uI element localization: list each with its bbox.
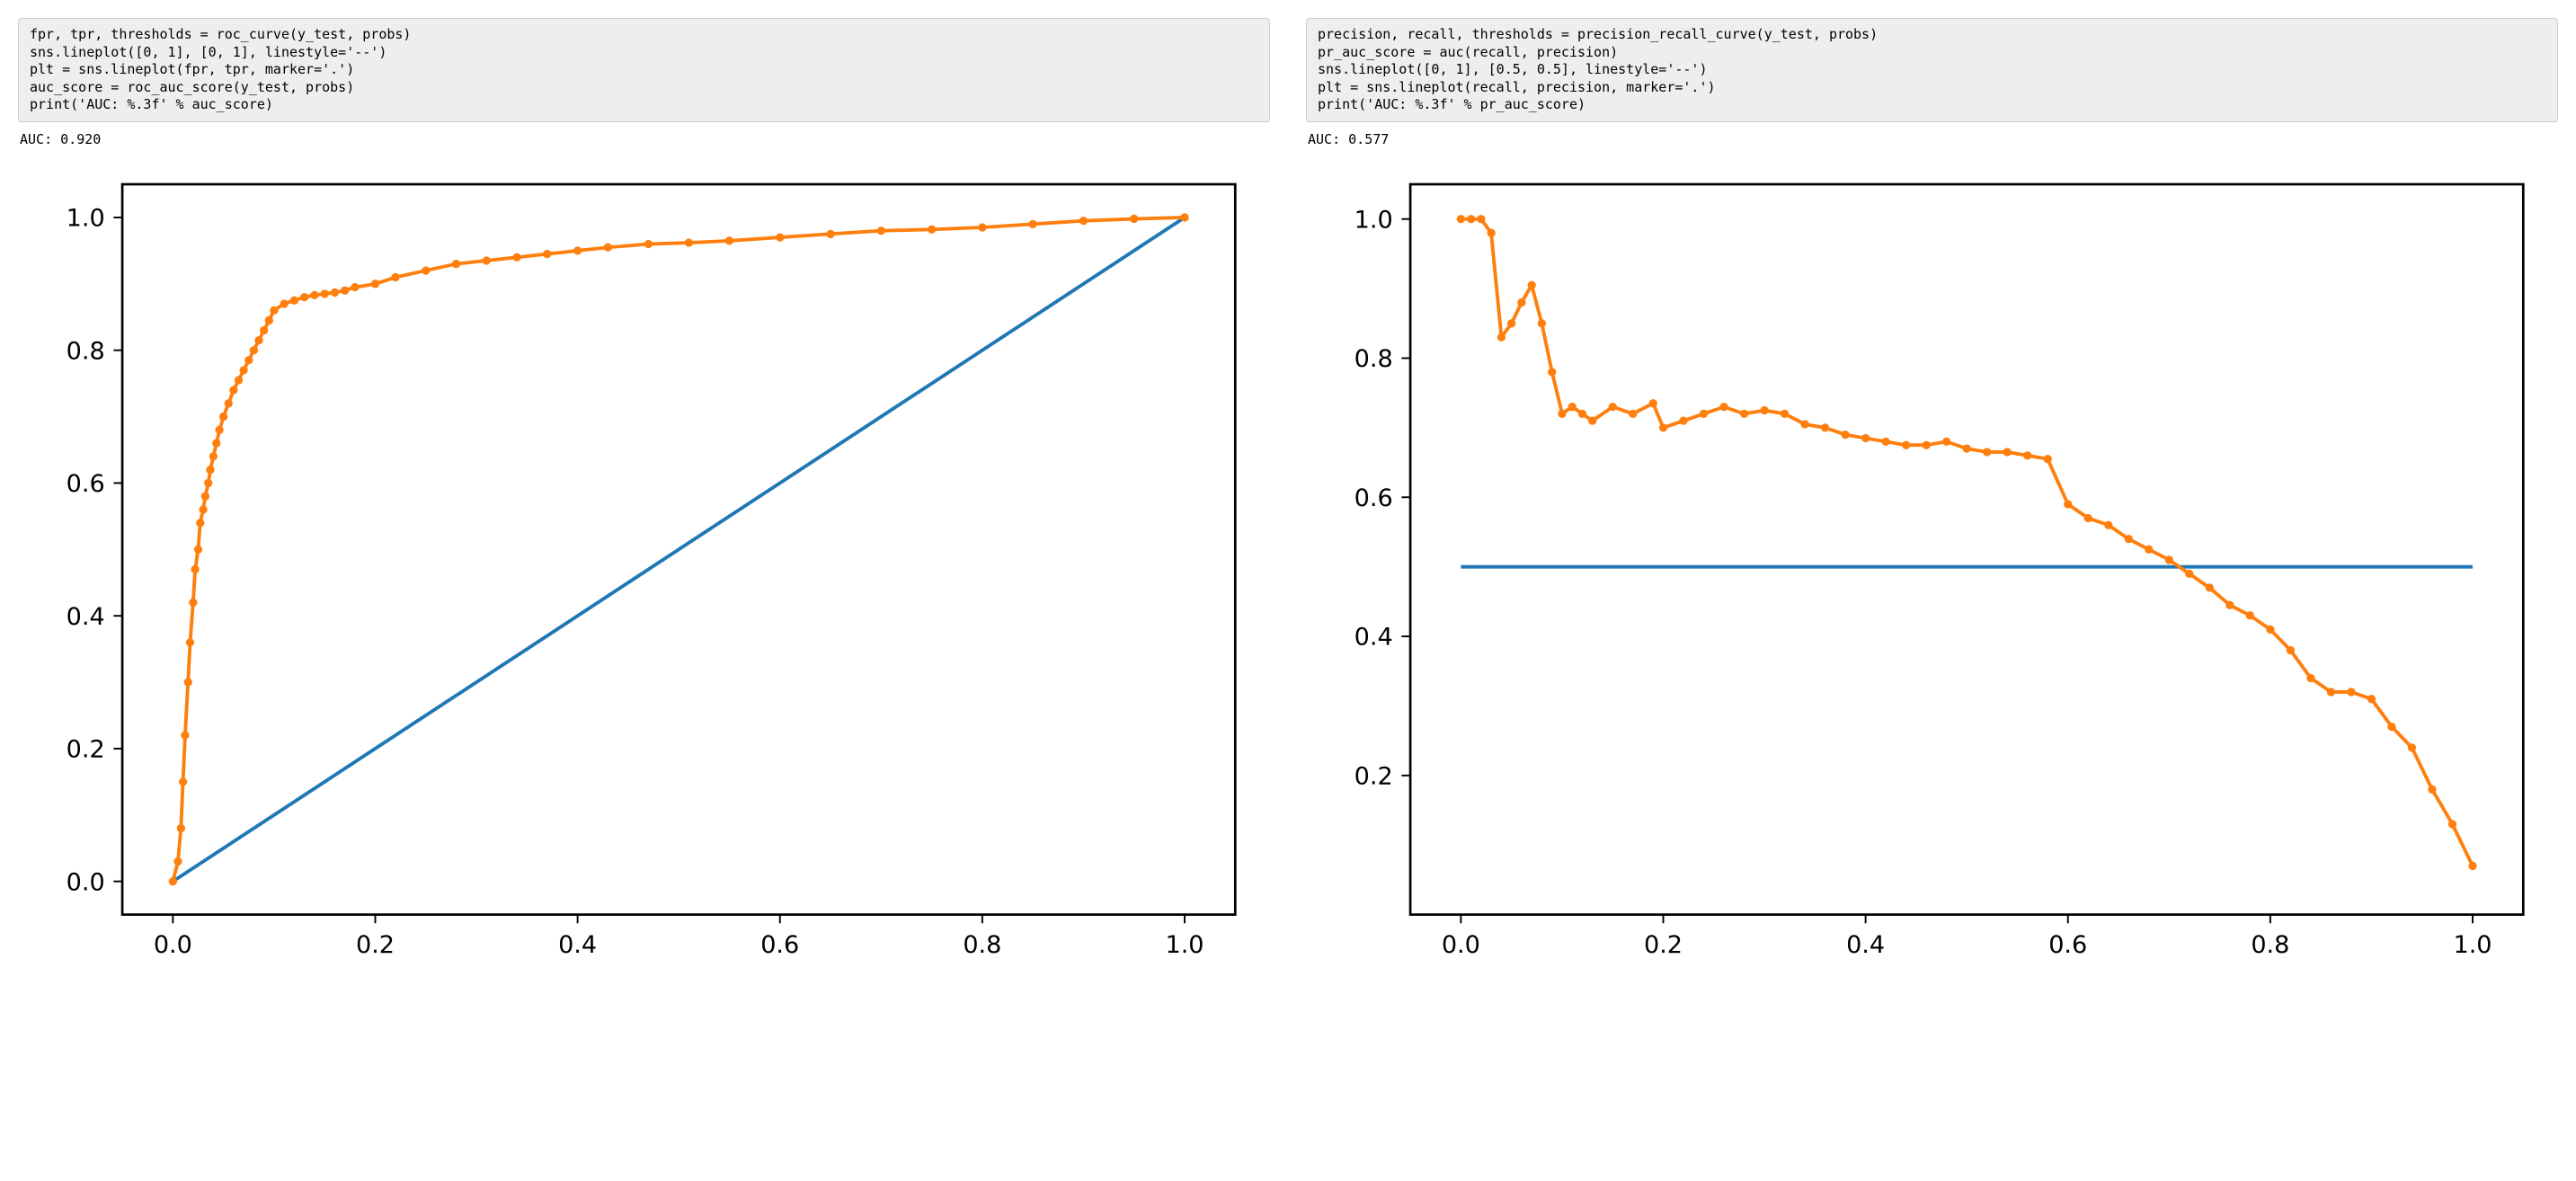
svg-text:0.0: 0.0 — [1442, 931, 1480, 959]
svg-text:0.6: 0.6 — [2048, 931, 2087, 959]
svg-text:0.8: 0.8 — [963, 931, 1001, 959]
svg-text:1.0: 1.0 — [67, 204, 105, 232]
svg-text:0.8: 0.8 — [67, 337, 105, 365]
svg-text:1.0: 1.0 — [1165, 931, 1204, 959]
svg-text:0.6: 0.6 — [1355, 484, 1393, 511]
svg-text:0.6: 0.6 — [67, 470, 105, 498]
output-text-left: AUC: 0.920 — [18, 131, 1270, 147]
svg-text:0.2: 0.2 — [1355, 762, 1393, 790]
svg-text:0.0: 0.0 — [154, 931, 192, 959]
output-text-right: AUC: 0.577 — [1306, 131, 2558, 147]
left-panel: fpr, tpr, thresholds = roc_curve(y_test,… — [18, 18, 1270, 992]
svg-text:0.0: 0.0 — [67, 868, 105, 896]
svg-text:0.2: 0.2 — [1644, 931, 1683, 959]
svg-text:1.0: 1.0 — [1355, 206, 1393, 234]
right-panel: precision, recall, thresholds = precisio… — [1306, 18, 2558, 992]
notebook-row: fpr, tpr, thresholds = roc_curve(y_test,… — [18, 18, 2558, 992]
svg-text:0.8: 0.8 — [1355, 345, 1393, 373]
svg-text:0.8: 0.8 — [2251, 931, 2289, 959]
roc-chart: 0.0 0.2 0.4 0.6 0.8 1.0 0.0 0.2 0.4 0.6 0.8 1.0 — [18, 158, 1270, 993]
svg-text:0.4: 0.4 — [558, 931, 597, 959]
code-cell-right[interactable]: precision, recall, thresholds = precisio… — [1306, 18, 2558, 122]
svg-text:0.4: 0.4 — [1355, 623, 1393, 651]
svg-text:0.6: 0.6 — [760, 931, 799, 959]
svg-text:0.4: 0.4 — [67, 602, 105, 630]
svg-text:0.2: 0.2 — [67, 735, 105, 763]
code-cell-left[interactable]: fpr, tpr, thresholds = roc_curve(y_test,… — [18, 18, 1270, 122]
svg-text:0.2: 0.2 — [356, 931, 395, 959]
svg-text:1.0: 1.0 — [2453, 931, 2492, 959]
svg-text:0.4: 0.4 — [1846, 931, 1885, 959]
pr-chart: 0.0 0.2 0.4 0.6 0.8 1.0 0.2 0.4 0.6 0.8 1.0 — [1306, 158, 2558, 993]
